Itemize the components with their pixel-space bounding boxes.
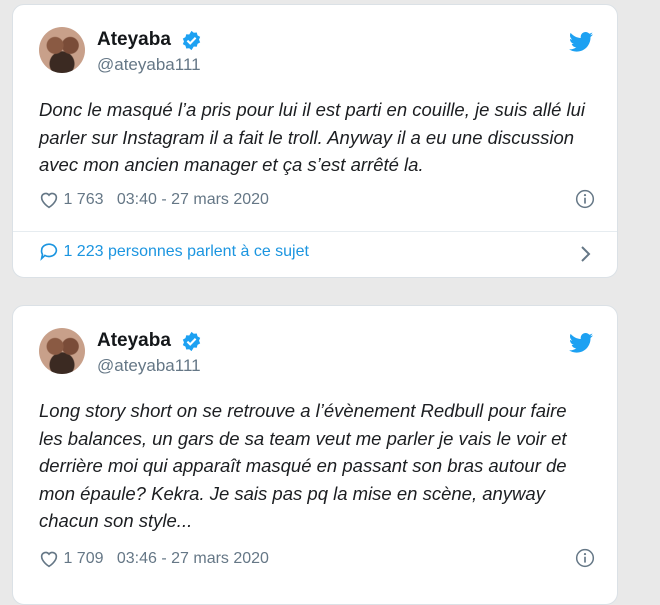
author-name[interactable]: Ateyaba xyxy=(97,330,171,352)
info-icon[interactable] xyxy=(575,189,595,209)
heart-icon[interactable] xyxy=(39,550,59,568)
author-block[interactable]: Ateyaba @ateyaba111 xyxy=(97,29,202,75)
avatar[interactable] xyxy=(39,328,85,374)
tweet-card[interactable]: Ateyaba @ateyaba111 Long story short on … xyxy=(12,305,618,605)
heart-icon[interactable] xyxy=(39,191,59,209)
author-handle[interactable]: @ateyaba111 xyxy=(97,356,202,376)
like-count[interactable]: 1 763 xyxy=(63,191,103,208)
verified-badge-icon xyxy=(183,30,201,50)
tweet-meta: 1 763 03:40 - 27 mars 2020 xyxy=(39,189,595,209)
tweet-text: Long story short on se retrouve a l’évèn… xyxy=(39,400,567,531)
chevron-right-icon[interactable] xyxy=(579,245,591,263)
tweet-meta: 1 709 03:46 - 27 mars 2020 xyxy=(39,548,595,568)
twitter-bird-icon[interactable] xyxy=(569,31,593,53)
tweet-timestamp[interactable]: 03:40 - 27 mars 2020 xyxy=(117,191,269,208)
divider xyxy=(13,231,617,232)
verified-badge-icon xyxy=(183,331,201,351)
tweet-timestamp[interactable]: 03:46 - 27 mars 2020 xyxy=(117,550,269,567)
conversation-count[interactable]: 1 223 personnes parlent à ce sujet xyxy=(63,243,309,260)
author-handle[interactable]: @ateyaba111 xyxy=(97,55,202,75)
like-count[interactable]: 1 709 xyxy=(63,550,103,567)
info-icon[interactable] xyxy=(575,548,595,568)
tweet-card[interactable]: Ateyaba @ateyaba111 Donc le masqué l’a p… xyxy=(12,4,618,278)
twitter-bird-icon[interactable] xyxy=(569,332,593,354)
tweet-text: Donc le masqué l’a pris pour lui il est … xyxy=(39,99,586,175)
conversation-link[interactable]: 1 223 personnes parlent à ce sujet xyxy=(39,243,595,263)
author-block[interactable]: Ateyaba @ateyaba111 xyxy=(97,330,202,376)
avatar[interactable] xyxy=(39,27,85,73)
author-name[interactable]: Ateyaba xyxy=(97,29,171,51)
speech-bubble-icon xyxy=(40,243,58,261)
